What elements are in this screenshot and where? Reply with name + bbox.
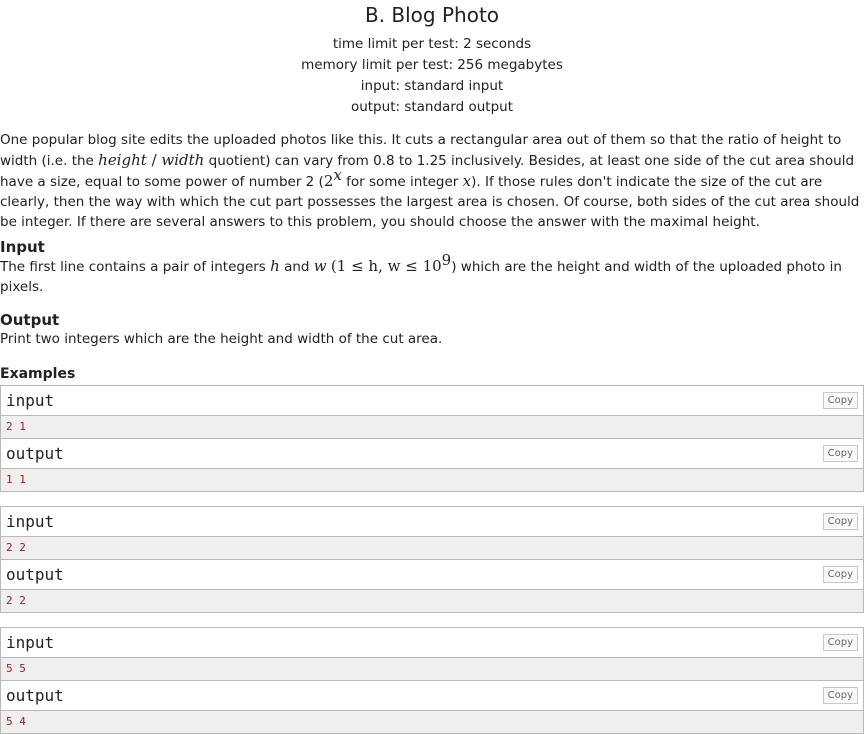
example-output-data: 5 4	[1, 711, 863, 733]
math-exponent-9: 9	[441, 251, 452, 269]
example-output-header: output Copy	[1, 439, 863, 469]
example-input-data: 2 1	[1, 416, 863, 438]
copy-button[interactable]: Copy	[822, 445, 858, 462]
example-output-block: output Copy 5 4	[1, 680, 863, 733]
output-section-title: Output	[0, 311, 60, 329]
input-specification: Input The first line contains a pair of …	[0, 238, 864, 297]
input-text: and	[279, 259, 314, 275]
example-output-block: output Copy 1 1	[1, 438, 863, 491]
example-output-header: output Copy	[1, 560, 863, 590]
example-output-block: output Copy 2 2	[1, 559, 863, 612]
math-w: w	[313, 257, 327, 275]
input-label: input	[6, 512, 55, 531]
problem-statement: One popular blog site edits the uploaded…	[0, 130, 864, 232]
copy-button[interactable]: Copy	[822, 392, 858, 409]
input-section-body: The first line contains a pair of intege…	[0, 253, 864, 297]
output-label: output	[6, 686, 64, 705]
time-limit: time limit per test: 2 seconds	[332, 36, 532, 52]
math-two: 2	[323, 172, 334, 190]
statement-text: for some integer	[341, 174, 463, 190]
example-test: input Copy 5 5 output Copy 5 4	[0, 627, 864, 734]
output-file: output: standard output	[350, 99, 514, 115]
example-input-block: input Copy 2 2	[1, 507, 863, 559]
example-input-data: 5 5	[1, 658, 863, 680]
example-test: input Copy 2 2 output Copy 2 2	[0, 506, 864, 613]
example-output-data: 1 1	[1, 469, 863, 491]
example-input-data: 2 2	[1, 537, 863, 559]
input-text: The first line contains a pair of intege…	[0, 259, 271, 275]
output-label: output	[6, 444, 64, 463]
copy-button[interactable]: Copy	[822, 513, 858, 530]
copy-button[interactable]: Copy	[822, 634, 858, 651]
example-input-block: input Copy 2 1	[1, 386, 863, 438]
math-height: height	[98, 151, 147, 169]
example-test: input Copy 2 1 output Copy 1 1	[0, 385, 864, 492]
problem-title: B. Blog Photo	[364, 3, 500, 27]
output-specification: Output Print two integers which are the …	[0, 311, 864, 349]
math-width: width	[161, 151, 205, 169]
example-input-header: input Copy	[1, 628, 863, 658]
examples-title: Examples	[0, 366, 76, 382]
copy-button[interactable]: Copy	[822, 687, 858, 704]
example-output-header: output Copy	[1, 681, 863, 711]
output-label: output	[6, 565, 64, 584]
example-output-data: 2 2	[1, 590, 863, 612]
math-exponent-x: x	[333, 166, 342, 184]
example-input-block: input Copy 5 5	[1, 628, 863, 680]
input-file: input: standard input	[360, 78, 504, 94]
input-label: input	[6, 391, 55, 410]
copy-button[interactable]: Copy	[822, 566, 858, 583]
example-input-header: input Copy	[1, 507, 863, 537]
math-constraint: (1 ≤ h, w ≤ 10	[330, 257, 442, 275]
output-section-body: Print two integers which are the height …	[0, 331, 443, 347]
example-input-header: input Copy	[1, 386, 863, 416]
math-slash: /	[146, 151, 162, 169]
input-label: input	[6, 633, 55, 652]
input-section-title: Input	[0, 238, 45, 256]
math-x: x	[462, 172, 472, 190]
memory-limit: memory limit per test: 256 megabytes	[301, 57, 563, 73]
math-h: h	[270, 257, 280, 275]
problem-header: B. Blog Photo time limit per test: 2 sec…	[0, 0, 864, 118]
